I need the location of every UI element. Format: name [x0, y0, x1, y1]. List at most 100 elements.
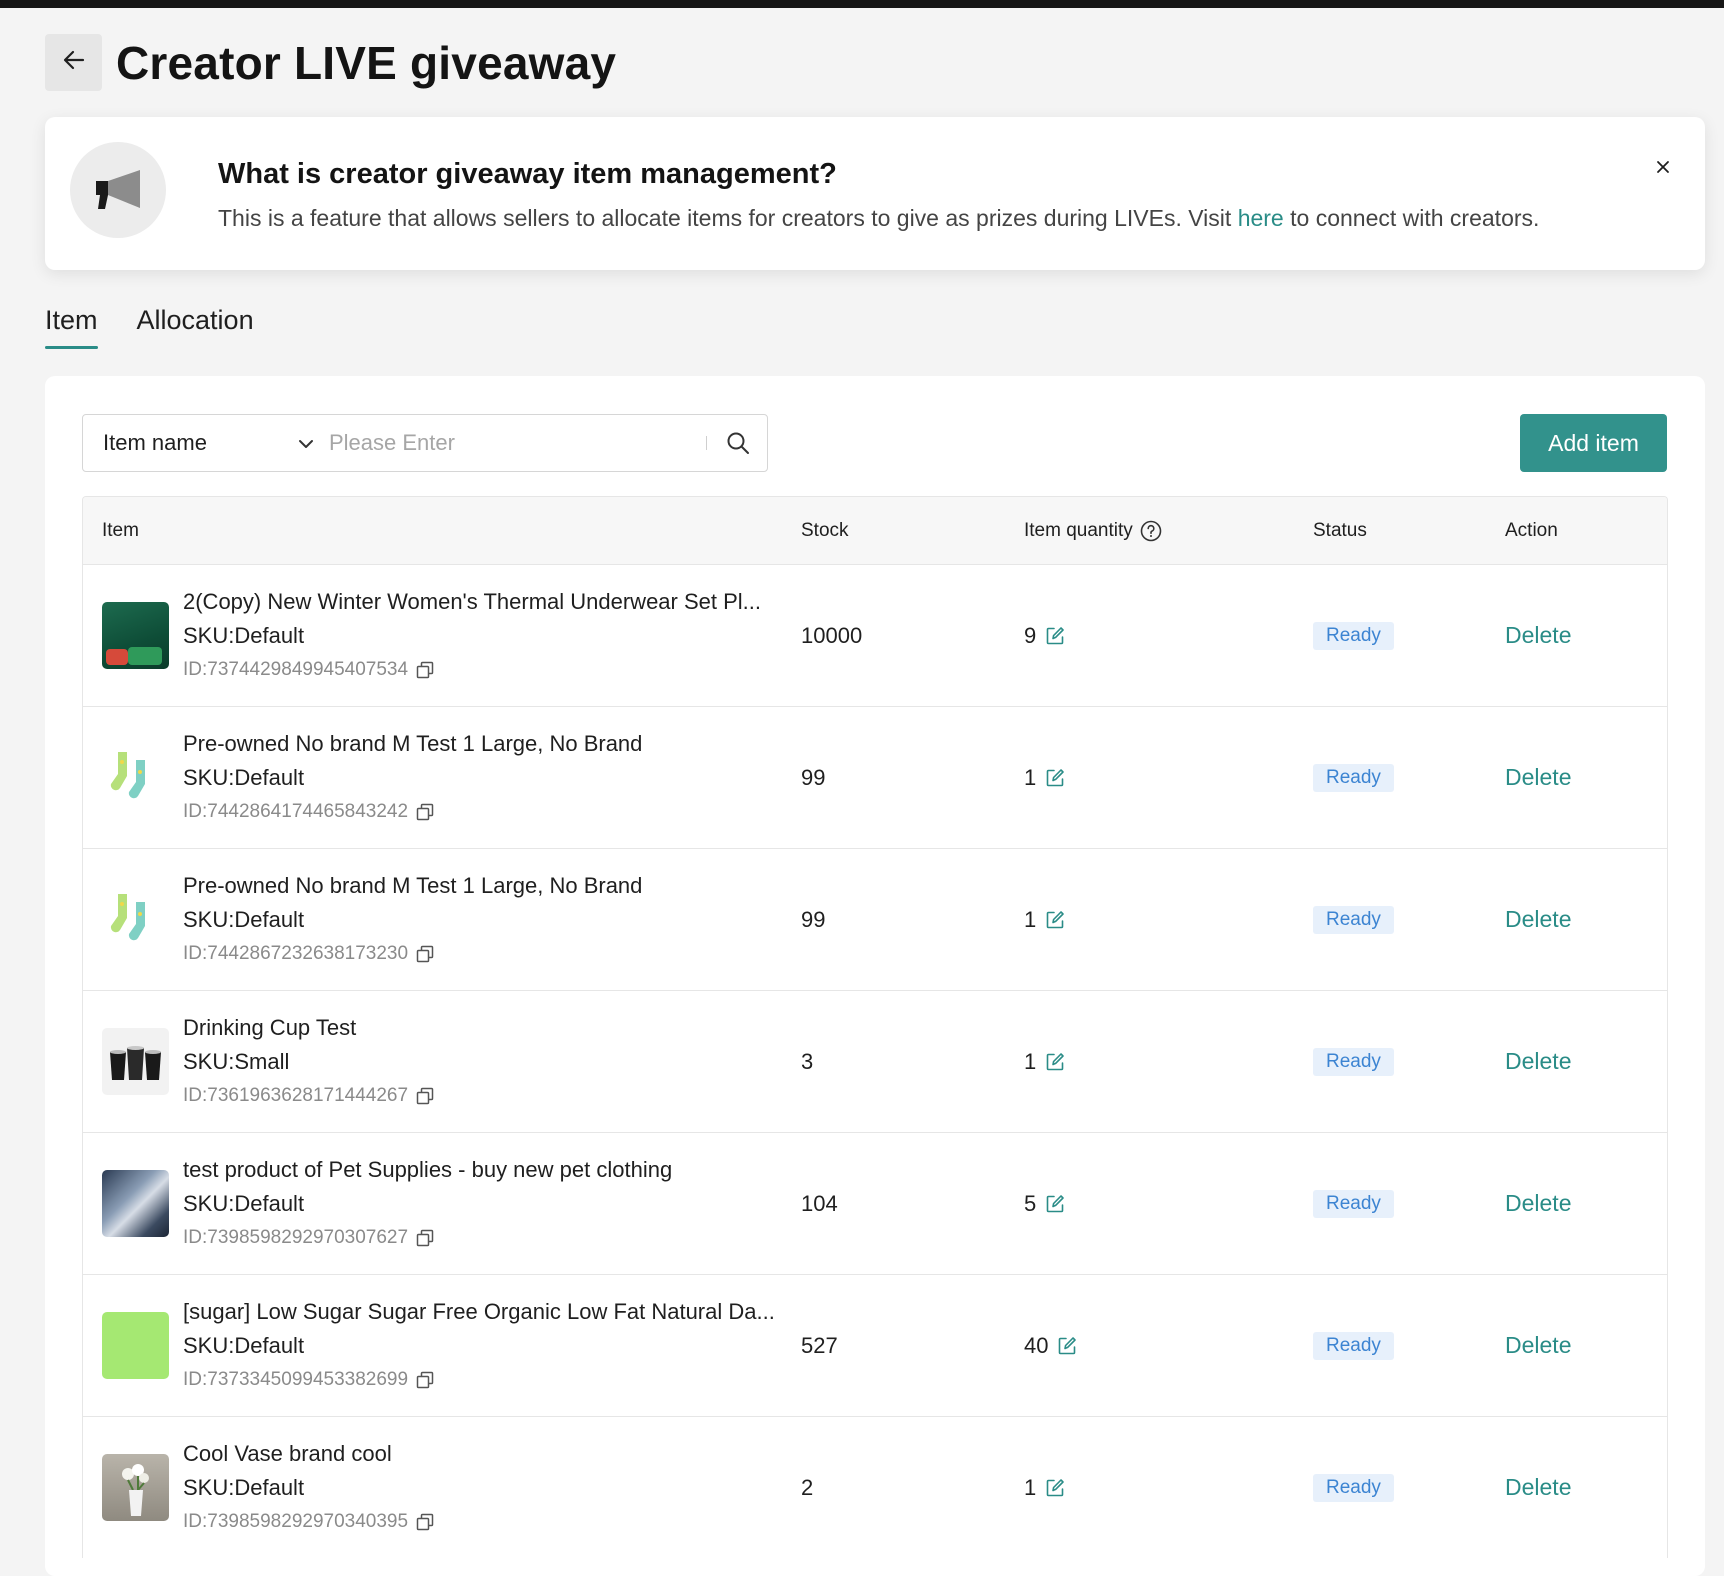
header-quantity: Item quantity: [1024, 520, 1313, 542]
delete-button[interactable]: Delete: [1505, 764, 1667, 791]
product-thumbnail: [102, 1312, 169, 1379]
table-row: 2(Copy) New Winter Women's Thermal Under…: [83, 564, 1667, 706]
quantity-cell: 1: [1024, 907, 1313, 933]
quantity-value: 40: [1024, 1332, 1049, 1358]
item-id-text: ID:7373345099453382699: [183, 1368, 409, 1390]
item-text: [sugar] Low Sugar Sugar Free Organic Low…: [183, 1296, 775, 1396]
status-badge: Ready: [1313, 763, 1394, 792]
search-icon[interactable]: [719, 424, 757, 462]
item-cell: 2(Copy) New Winter Women's Thermal Under…: [83, 586, 801, 686]
item-name[interactable]: Cool Vase brand cool: [183, 1438, 434, 1470]
item-text: Drinking Cup Test SKU:Small ID:736196362…: [183, 1012, 434, 1112]
item-name[interactable]: test product of Pet Supplies - buy new p…: [183, 1154, 672, 1186]
item-name[interactable]: Drinking Cup Test: [183, 1012, 434, 1044]
banner-link[interactable]: here: [1238, 205, 1284, 231]
header-stock: Stock: [801, 519, 849, 541]
item-id: ID:7374429849945407534: [183, 654, 761, 686]
edit-icon[interactable]: [1045, 626, 1065, 646]
copy-icon[interactable]: [416, 1229, 434, 1247]
quantity-cell: 1: [1024, 765, 1313, 791]
help-icon[interactable]: [1140, 520, 1162, 542]
item-sku: SKU:Default: [183, 622, 305, 648]
table-row: Cool Vase brand cool SKU:Default ID:7398…: [83, 1416, 1667, 1558]
top-bar: [0, 0, 1724, 8]
tab-allocation[interactable]: Allocation: [137, 305, 254, 349]
table-row: Drinking Cup Test SKU:Small ID:736196362…: [83, 990, 1667, 1132]
items-table: Item Stock Item quantity Status Action 2…: [82, 496, 1668, 1558]
copy-icon[interactable]: [416, 945, 434, 963]
delete-button[interactable]: Delete: [1505, 906, 1667, 933]
close-icon[interactable]: [1651, 155, 1675, 179]
delete-button[interactable]: Delete: [1505, 1048, 1667, 1075]
item-name[interactable]: [sugar] Low Sugar Sugar Free Organic Low…: [183, 1296, 775, 1328]
status-cell: Ready: [1313, 763, 1505, 792]
quantity-value: 1: [1024, 1474, 1037, 1500]
item-name[interactable]: Pre-owned No brand M Test 1 Large, No Br…: [183, 870, 642, 902]
tab-item[interactable]: Item: [45, 305, 98, 349]
table-row: test product of Pet Supplies - buy new p…: [83, 1132, 1667, 1274]
item-id-text: ID:7442864174465843242: [183, 800, 409, 822]
search-field-select[interactable]: Item name: [83, 415, 325, 471]
add-item-button[interactable]: Add item: [1520, 414, 1667, 472]
edit-icon[interactable]: [1045, 768, 1065, 788]
item-text: Cool Vase brand cool SKU:Default ID:7398…: [183, 1438, 434, 1538]
banner-description: This is a feature that allows sellers to…: [218, 205, 1539, 232]
item-sku: SKU:Default: [183, 764, 305, 790]
page-title: Creator LIVE giveaway: [116, 36, 617, 89]
status-cell: Ready: [1313, 905, 1505, 934]
edit-icon[interactable]: [1045, 1052, 1065, 1072]
back-button[interactable]: [45, 34, 102, 91]
product-thumbnail: [102, 886, 169, 953]
item-text: Pre-owned No brand M Test 1 Large, No Br…: [183, 870, 642, 970]
item-cell: Cool Vase brand cool SKU:Default ID:7398…: [83, 1438, 801, 1538]
quantity-cell: 9: [1024, 623, 1313, 649]
product-thumbnail: [102, 1170, 169, 1237]
status-badge: Ready: [1313, 1189, 1394, 1218]
quantity-cell: 1: [1024, 1475, 1313, 1501]
item-id: ID:7398598292970307627: [183, 1222, 672, 1254]
delete-button[interactable]: Delete: [1505, 1332, 1667, 1359]
item-sku: SKU:Default: [183, 1332, 305, 1358]
item-name[interactable]: 2(Copy) New Winter Women's Thermal Under…: [183, 586, 761, 618]
item-text: test product of Pet Supplies - buy new p…: [183, 1154, 672, 1254]
status-badge: Ready: [1313, 621, 1394, 650]
edit-icon[interactable]: [1057, 1336, 1077, 1356]
delete-button[interactable]: Delete: [1505, 1474, 1667, 1501]
edit-icon[interactable]: [1045, 910, 1065, 930]
copy-icon[interactable]: [416, 661, 434, 679]
delete-button[interactable]: Delete: [1505, 622, 1667, 649]
header-item: Item: [102, 519, 139, 541]
search-input[interactable]: [325, 415, 706, 471]
delete-button[interactable]: Delete: [1505, 1190, 1667, 1217]
item-sku: SKU:Small: [183, 1048, 290, 1074]
edit-icon[interactable]: [1045, 1194, 1065, 1214]
status-badge: Ready: [1313, 1331, 1394, 1360]
search-field-label: Item name: [103, 430, 207, 455]
item-id-text: ID:7442867232638173230: [183, 942, 409, 964]
item-id-text: ID:7398598292970307627: [183, 1226, 409, 1248]
stock-cell: 2: [801, 1474, 814, 1500]
items-panel: Item name Add item Item Stock Item quant…: [45, 376, 1705, 1576]
copy-icon[interactable]: [416, 803, 434, 821]
copy-icon[interactable]: [416, 1371, 434, 1389]
edit-icon[interactable]: [1045, 1478, 1065, 1498]
search-divider: [706, 436, 707, 450]
chevron-down-icon: [297, 430, 315, 456]
copy-icon[interactable]: [416, 1087, 434, 1105]
stock-cell: 99: [801, 906, 826, 932]
quantity-value: 9: [1024, 622, 1037, 648]
item-name[interactable]: Pre-owned No brand M Test 1 Large, No Br…: [183, 728, 642, 760]
quantity-value: 1: [1024, 764, 1037, 790]
status-cell: Ready: [1313, 1189, 1505, 1218]
status-badge: Ready: [1313, 1473, 1394, 1502]
back-arrow-icon: [63, 50, 85, 75]
item-id: ID:7442864174465843242: [183, 796, 642, 828]
table-row: Pre-owned No brand M Test 1 Large, No Br…: [83, 706, 1667, 848]
megaphone-icon: [70, 142, 166, 238]
stock-cell: 10000: [801, 622, 863, 648]
item-id: ID:7361963628171444267: [183, 1080, 434, 1112]
quantity-cell: 40: [1024, 1333, 1313, 1359]
tab-bar: Item Allocation: [45, 305, 254, 349]
product-thumbnail: [102, 1028, 169, 1095]
status-cell: Ready: [1313, 1331, 1505, 1360]
